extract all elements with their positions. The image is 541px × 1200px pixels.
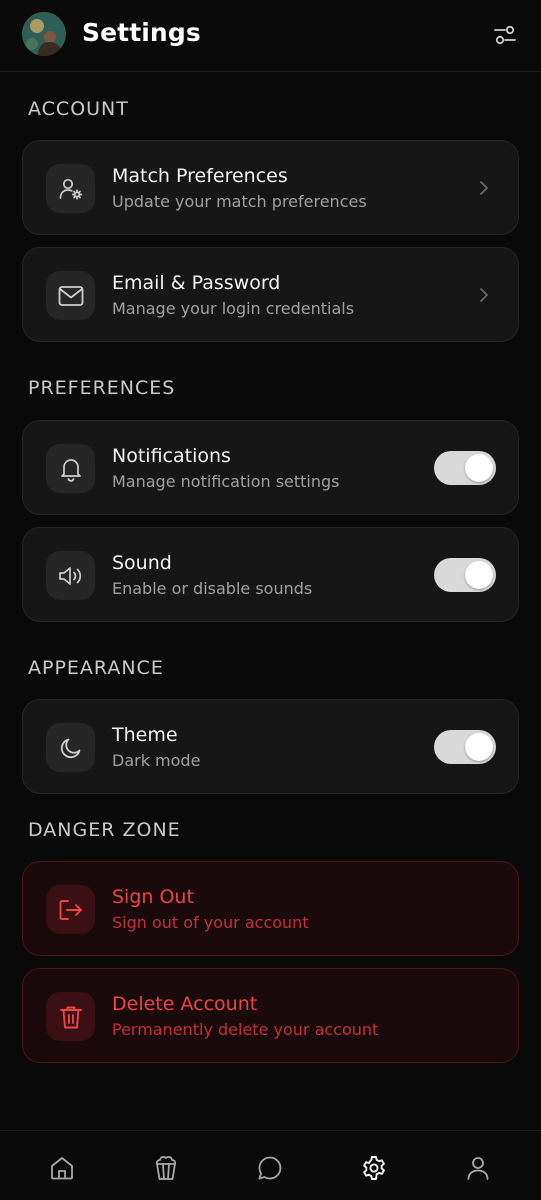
sign-out-icon-box [46, 885, 95, 934]
delete-account-icon-box [46, 992, 95, 1041]
filter-button[interactable] [490, 22, 520, 48]
header: Settings [0, 0, 541, 72]
delete-account-button[interactable]: Delete Account Permanently delete your a… [22, 968, 519, 1063]
email-password-title: Email & Password [112, 272, 281, 294]
match-preferences-item[interactable]: Match Preferences Update your match pref… [22, 140, 519, 235]
gear-icon [363, 1156, 385, 1180]
theme-item: Theme Dark mode [22, 699, 519, 794]
match-preferences-subtitle: Update your match preferences [112, 192, 367, 211]
home-icon [51, 1157, 73, 1180]
mail-icon [58, 285, 83, 306]
section-preferences-label: PREFERENCES [28, 377, 176, 399]
settings-screen: Settings ACCOUNT Match Preferences Updat… [0, 0, 541, 1200]
sliders-icon [494, 25, 516, 45]
match-preferences-title: Match Preferences [112, 165, 288, 187]
moon-icon [60, 738, 80, 758]
notifications-icon-box [46, 444, 95, 493]
sound-subtitle: Enable or disable sounds [112, 579, 313, 598]
trash-icon [59, 1006, 82, 1028]
notifications-item: Notifications Manage notification settin… [22, 420, 519, 515]
email-password-icon-box [46, 271, 95, 320]
nav-profile[interactable] [463, 1153, 493, 1183]
user-icon [467, 1157, 489, 1180]
popcorn-icon [155, 1156, 177, 1180]
user-gear-icon [59, 178, 82, 200]
theme-title: Theme [112, 724, 178, 746]
nav-home[interactable] [47, 1153, 77, 1183]
sound-toggle[interactable] [434, 558, 496, 592]
delete-account-title: Delete Account [112, 993, 258, 1015]
logout-icon [59, 899, 82, 920]
chat-icon [258, 1156, 282, 1180]
match-preferences-icon-box [46, 164, 95, 213]
bottom-nav [0, 1130, 541, 1200]
sign-out-subtitle: Sign out of your account [112, 913, 309, 932]
theme-subtitle: Dark mode [112, 751, 201, 770]
nav-chat[interactable] [255, 1153, 285, 1183]
theme-icon-box [46, 723, 95, 772]
nav-settings[interactable] [359, 1153, 389, 1183]
sound-title: Sound [112, 552, 172, 574]
section-account-label: ACCOUNT [28, 98, 129, 120]
nav-popcorn[interactable] [151, 1153, 181, 1183]
email-password-subtitle: Manage your login credentials [112, 299, 355, 318]
section-appearance-label: APPEARANCE [28, 657, 164, 679]
email-password-item[interactable]: Email & Password Manage your login crede… [22, 247, 519, 342]
chevron-right-icon [480, 288, 488, 302]
sign-out-title: Sign Out [112, 886, 194, 908]
toggle-knob [465, 454, 493, 482]
bell-icon [60, 458, 81, 482]
avatar[interactable] [22, 12, 66, 56]
volume-icon [58, 566, 81, 585]
notifications-title: Notifications [112, 445, 231, 467]
notifications-subtitle: Manage notification settings [112, 472, 340, 491]
sound-icon-box [46, 551, 95, 600]
toggle-knob [465, 561, 493, 589]
section-danger-label: DANGER ZONE [28, 819, 181, 841]
chevron-right-icon [480, 181, 488, 195]
notifications-toggle[interactable] [434, 451, 496, 485]
theme-toggle[interactable] [434, 730, 496, 764]
sign-out-button[interactable]: Sign Out Sign out of your account [22, 861, 519, 956]
sound-item: Sound Enable or disable sounds [22, 527, 519, 622]
delete-account-subtitle: Permanently delete your account [112, 1020, 379, 1039]
page-title: Settings [82, 18, 201, 47]
toggle-knob [465, 733, 493, 761]
